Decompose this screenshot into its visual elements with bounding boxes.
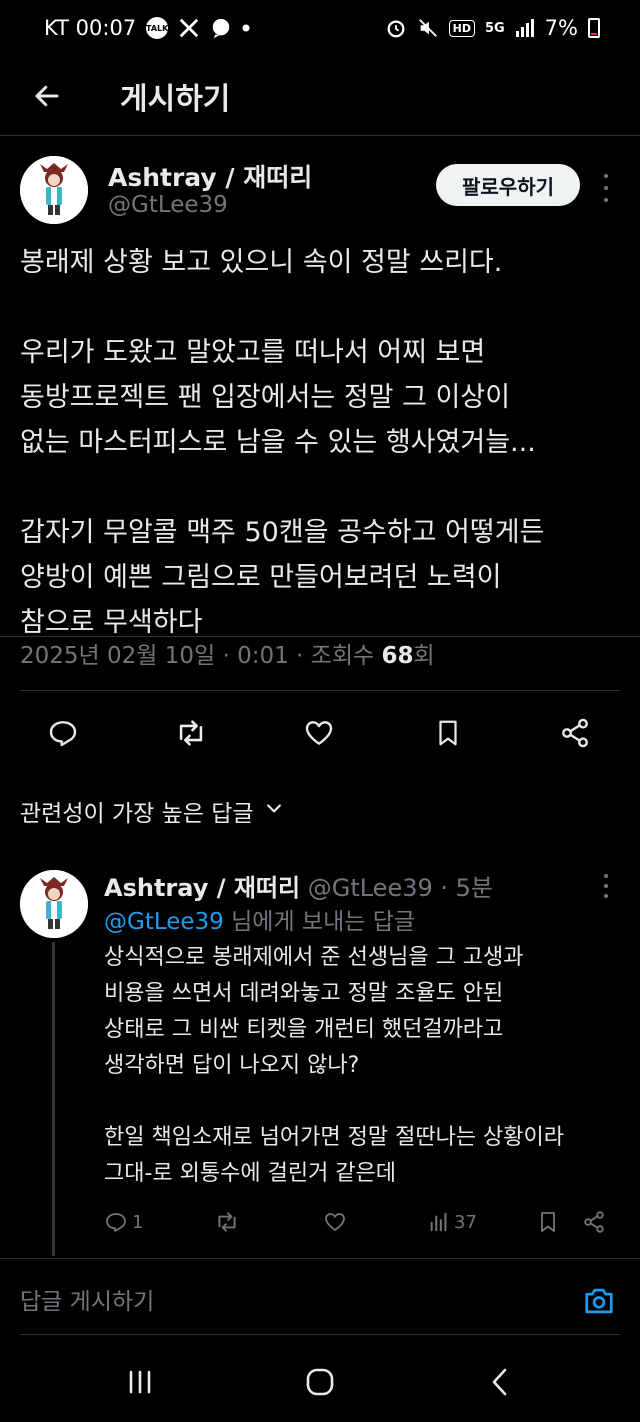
post-action-bar bbox=[0, 704, 640, 760]
reply-composer bbox=[0, 1270, 640, 1334]
divider bbox=[20, 1334, 620, 1335]
battery-percent: 7% bbox=[544, 16, 578, 40]
view-count[interactable]: 68 bbox=[381, 643, 413, 669]
back-icon[interactable] bbox=[480, 1362, 520, 1402]
reply-author-name[interactable]: Ashtray / 재떠리 bbox=[104, 874, 300, 902]
reply-input[interactable] bbox=[20, 1282, 560, 1322]
like-icon[interactable] bbox=[302, 716, 336, 750]
dot-icon bbox=[242, 24, 250, 32]
replying-to-suffix: 님에게 보내는 답글 bbox=[223, 909, 416, 935]
reply-action-bar: 1 37 bbox=[0, 1204, 640, 1244]
chevron-down-icon bbox=[264, 798, 284, 824]
replying-to: @GtLee39 님에게 보내는 답글 bbox=[104, 902, 415, 936]
divider bbox=[20, 690, 620, 691]
retweet-icon[interactable] bbox=[174, 716, 208, 750]
camera-icon[interactable] bbox=[580, 1282, 618, 1320]
like-icon[interactable] bbox=[323, 1204, 347, 1240]
retweet-icon[interactable] bbox=[214, 1204, 240, 1240]
author-handle[interactable]: @GtLee39 bbox=[108, 192, 228, 218]
carrier-time: KT 00:07 bbox=[44, 16, 137, 40]
reply-text: 상식적으로 봉래제에서 준 선생님을 그 고생과 비용을 쓰면서 데려와놓고 정… bbox=[104, 945, 565, 1186]
status-bar: KT 00:07 TALK HD 5G 7% bbox=[0, 0, 640, 56]
chat-icon bbox=[210, 17, 232, 39]
divider bbox=[0, 1258, 640, 1259]
more-options-icon[interactable] bbox=[598, 874, 614, 898]
kakaotalk-icon: TALK bbox=[146, 17, 168, 39]
follow-button[interactable]: 팔로우하기 bbox=[436, 164, 580, 206]
signal-icon bbox=[515, 19, 535, 37]
x-logo-icon bbox=[178, 17, 200, 39]
reply-item[interactable]: Ashtray / 재떠리 @GtLee39 · 5분 @GtLee39 님에게… bbox=[0, 860, 640, 1260]
system-nav-bar bbox=[0, 1340, 640, 1422]
post-meta: 2025년 02월 10일 · 0:01 · 조회수 68회 bbox=[20, 636, 435, 670]
battery-icon bbox=[588, 18, 600, 38]
main-post: Ashtray / 재떠리 @GtLee39 팔로우하기 봉래제 상황 보고 있… bbox=[0, 136, 640, 748]
analytics-icon bbox=[430, 1212, 447, 1232]
reply-count: 1 bbox=[132, 1211, 144, 1233]
share-icon[interactable] bbox=[582, 1204, 606, 1240]
reply-header: Ashtray / 재떠리 @GtLee39 · 5분 bbox=[104, 868, 493, 903]
recents-icon[interactable] bbox=[120, 1362, 160, 1402]
app-header: 게시하기 bbox=[0, 56, 640, 136]
reply-author-handle[interactable]: @GtLee39 · 5분 bbox=[308, 874, 493, 902]
bookmark-icon[interactable] bbox=[431, 716, 465, 750]
post-text: 봉래제 상황 보고 있으니 속이 정말 쓰리다. 우리가 도왔고 말았고를 떠나… bbox=[20, 247, 545, 638]
share-icon[interactable] bbox=[558, 716, 592, 750]
post-timestamp: 2025년 02월 10일 · 0:01 · 조회수 bbox=[20, 643, 382, 669]
network-5g-icon: 5G bbox=[484, 20, 505, 36]
replies-sort-label: 관련성이 가장 높은 답글 bbox=[20, 801, 254, 827]
more-options-icon[interactable] bbox=[598, 174, 614, 202]
reply-reply-button[interactable]: 1 bbox=[104, 1204, 143, 1240]
hd-icon: HD bbox=[448, 19, 475, 37]
avatar[interactable] bbox=[20, 870, 88, 938]
bookmark-icon[interactable] bbox=[536, 1204, 560, 1240]
avatar[interactable] bbox=[20, 156, 88, 224]
view-count-suffix: 회 bbox=[413, 643, 435, 669]
views-button[interactable]: 37 bbox=[428, 1204, 477, 1240]
post-author-row: Ashtray / 재떠리 @GtLee39 팔로우하기 bbox=[0, 136, 640, 232]
back-arrow-icon[interactable] bbox=[22, 71, 72, 121]
page-title: 게시하기 bbox=[120, 81, 231, 117]
view-count: 37 bbox=[454, 1211, 477, 1233]
reply-icon[interactable] bbox=[46, 716, 80, 750]
replies-sort-dropdown[interactable]: 관련성이 가장 높은 답글 bbox=[20, 794, 284, 828]
home-icon[interactable] bbox=[300, 1362, 340, 1402]
author-name[interactable]: Ashtray / 재떠리 bbox=[108, 158, 312, 194]
mention-link[interactable]: @GtLee39 bbox=[104, 909, 224, 935]
reply-icon bbox=[106, 1213, 126, 1232]
alarm-icon bbox=[385, 17, 407, 39]
divider bbox=[0, 636, 640, 637]
mute-icon bbox=[417, 17, 439, 39]
